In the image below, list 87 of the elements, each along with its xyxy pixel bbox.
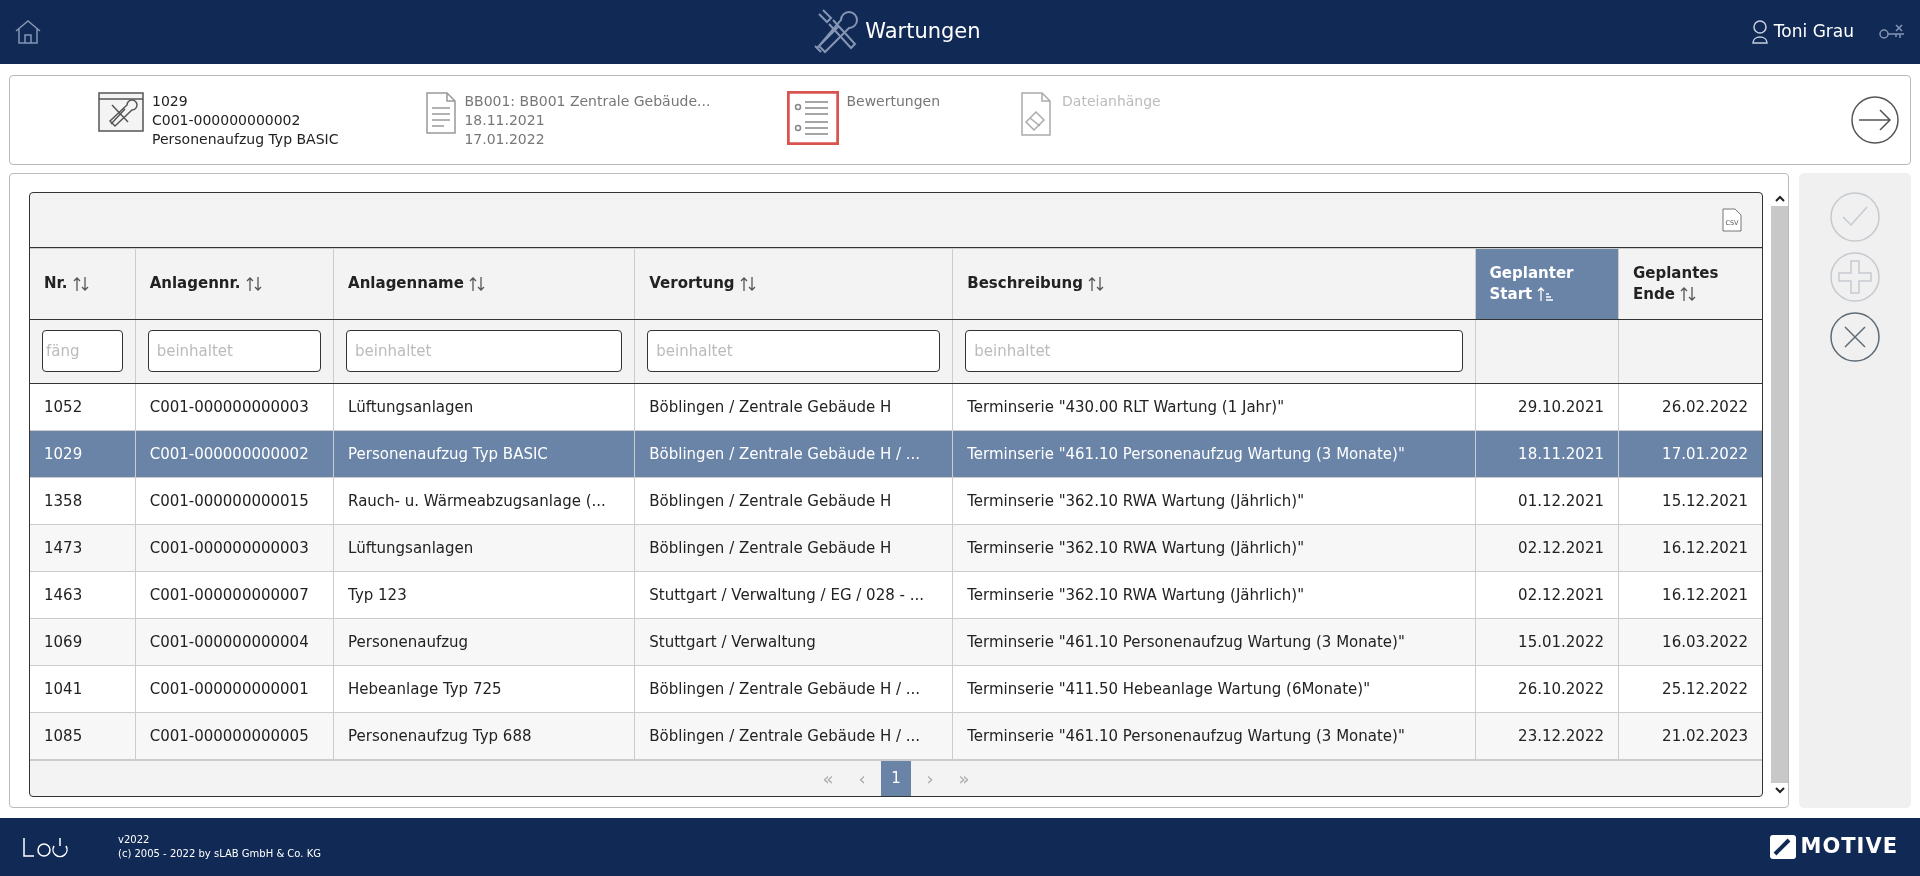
brand-logo-icon	[1768, 834, 1797, 860]
table-cell: C001-000000000004	[135, 618, 334, 666]
table-cell: Personenaufzug	[333, 618, 635, 666]
column-header[interactable]: Anlagennr.	[135, 248, 334, 320]
table-cell: 1473	[30, 524, 136, 572]
table-cell: 02.12.2021	[1475, 571, 1619, 619]
table-cell: 1052	[30, 383, 136, 431]
column-header[interactable]: Beschreibung	[952, 248, 1476, 320]
table-cell: Terminserie "362.10 RWA Wartung (Jährlich)"	[952, 571, 1476, 619]
table-cell: C001-000000000001	[135, 665, 334, 713]
table-cell: Böblingen / Zentrale Gebäude H / ...	[634, 665, 953, 713]
close-button[interactable]	[1829, 311, 1881, 363]
table-cell: 16.12.2021	[1618, 571, 1762, 619]
table-cell: Lüftungsanlagen	[333, 524, 635, 572]
info-text: Bewertungen	[846, 91, 941, 111]
info-text: C001-000000000002	[152, 110, 302, 130]
table-cell: Terminserie "461.10 Personenaufzug Wartung (3 Monate)"	[952, 618, 1476, 666]
copyright-text: (c) 2005 - 2022 by sLAB GmbH & Co. KG	[118, 847, 321, 861]
user-icon	[1749, 19, 1770, 45]
table-cell: Terminserie "411.50 Hebeanlage Wartung (6Monate)"	[952, 665, 1476, 713]
home-icon[interactable]	[14, 19, 42, 45]
table-cell: 1358	[30, 477, 136, 525]
table-cell: Böblingen / Zentrale Gebäude H	[634, 477, 953, 525]
key-icon[interactable]	[1878, 23, 1906, 41]
table-cell: 26.10.2022	[1475, 665, 1619, 713]
table-cell: 15.01.2022	[1475, 618, 1619, 666]
table-cell: 02.12.2021	[1475, 524, 1619, 572]
info-text: 17.01.2022	[464, 129, 546, 149]
table-cell: 1085	[30, 712, 136, 760]
table-cell: Hebeanlage Typ 725	[333, 665, 635, 713]
table-cell: Terminserie "362.10 RWA Wartung (Jährlich)"	[952, 477, 1476, 525]
table-cell: 23.12.2022	[1475, 712, 1619, 760]
filter-field[interactable]: beinhaltet	[346, 330, 623, 373]
column-header[interactable]: Verortung	[634, 248, 953, 320]
table-cell: 1463	[30, 571, 136, 619]
info-text: Dateianhänge	[1062, 91, 1161, 111]
filter-field[interactable]: beinhaltet	[647, 330, 941, 373]
info-text: Personenaufzug Typ BASIC	[152, 129, 339, 149]
filter-field[interactable]: beinhaltet	[147, 330, 322, 373]
column-header[interactable]: Geplantes Ende	[1618, 248, 1762, 320]
table-cell: C001-000000000015	[135, 477, 334, 525]
table-cell: Böblingen / Zentrale Gebäude H	[634, 524, 953, 572]
brand-name: MOTIVE	[1800, 833, 1898, 861]
table-cell: Personenaufzug Typ BASIC	[333, 430, 635, 478]
table-cell: Lüftungsanlagen	[333, 383, 635, 431]
table-cell: Böblingen / Zentrale Gebäude H / ...	[634, 430, 953, 478]
column-header[interactable]: Anlagenname	[333, 248, 635, 320]
table-cell: Terminserie "461.10 Personenaufzug Wartung (3 Monate)"	[952, 430, 1476, 478]
table-cell: 16.03.2022	[1618, 618, 1762, 666]
table-cell: Stuttgart / Verwaltung / EG / 028 - ...	[634, 571, 953, 619]
pagination-button[interactable]: 1	[881, 760, 911, 796]
table-cell: Böblingen / Zentrale Gebäude H	[634, 383, 953, 431]
table-cell: Rauch- u. Wärmeabzugsanlage (...	[333, 477, 635, 525]
table-cell: C001-000000000003	[135, 524, 334, 572]
table-cell: Böblingen / Zentrale Gebäude H / ...	[634, 712, 953, 760]
table-cell: 17.01.2022	[1618, 430, 1762, 478]
table-cell: C001-000000000002	[135, 430, 334, 478]
table-cell: 1069	[30, 618, 136, 666]
user-name[interactable]: Toni Grau	[1773, 19, 1854, 45]
filter-field[interactable]: beinhaltet	[965, 330, 1463, 373]
table-cell: 1029	[30, 430, 136, 478]
table-cell: C001-000000000007	[135, 571, 334, 619]
table-cell: 18.11.2021	[1475, 430, 1619, 478]
page-title: Wartungen	[865, 18, 981, 46]
table-cell: Stuttgart / Verwaltung	[634, 618, 953, 666]
filter-field[interactable]: fäng	[42, 330, 123, 373]
info-text: 18.11.2021	[464, 110, 546, 130]
table-cell: C001-000000000003	[135, 383, 334, 431]
table-cell: 21.02.2023	[1618, 712, 1762, 760]
version-text: v2022	[118, 833, 151, 847]
table-cell: Terminserie "362.10 RWA Wartung (Jährlich)"	[952, 524, 1476, 572]
column-header[interactable]: Geplanter Start	[1475, 248, 1619, 320]
table-cell: 15.12.2021	[1618, 477, 1762, 525]
table-cell: Typ 123	[333, 571, 635, 619]
table-cell: 25.12.2022	[1618, 665, 1762, 713]
table-cell: 26.02.2022	[1618, 383, 1762, 431]
info-text: BB001: BB001 Zentrale Gebäude...	[464, 91, 711, 111]
table-cell: Personenaufzug Typ 688	[333, 712, 635, 760]
table-cell: C001-000000000005	[135, 712, 334, 760]
table-cell: 1041	[30, 665, 136, 713]
table-cell: 16.12.2021	[1618, 524, 1762, 572]
column-header[interactable]: Nr.	[30, 248, 136, 320]
info-text: 1029	[152, 91, 189, 111]
table-cell: Terminserie "461.10 Personenaufzug Wartung (3 Monate)"	[952, 712, 1476, 760]
table-cell: 01.12.2021	[1475, 477, 1619, 525]
table-cell: 29.10.2021	[1475, 383, 1619, 431]
table-cell: Terminserie "430.00 RLT Wartung (1 Jahr)"	[952, 383, 1476, 431]
